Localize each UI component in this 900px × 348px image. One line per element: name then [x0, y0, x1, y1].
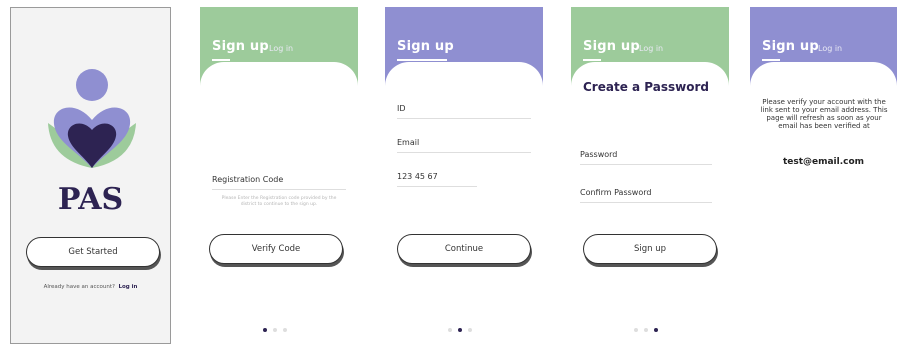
registration-code-field[interactable]: [212, 189, 346, 190]
tab-indicator: [212, 59, 230, 61]
welcome-screen: PAS Get Started Already have an account?…: [10, 7, 171, 344]
page-dot: [634, 328, 638, 332]
form-card: Create a Password Password Confirm Passw…: [571, 62, 729, 344]
verify-screen: Sign up Log in Please verify your accoun…: [750, 7, 897, 344]
page-dot: [468, 328, 472, 332]
phone-value: 123 45 67: [397, 172, 438, 181]
registration-hint: Please Enter the Registration code provi…: [221, 196, 337, 207]
page-dot: [448, 328, 452, 332]
page-indicator: [263, 328, 287, 332]
tab-login[interactable]: Log in: [269, 44, 293, 53]
get-started-button[interactable]: Get Started: [26, 237, 160, 267]
page-dot: [283, 328, 287, 332]
verify-code-button[interactable]: Verify Code: [209, 234, 343, 264]
app-logo-text: PAS: [57, 182, 124, 217]
tab-signup[interactable]: Sign up: [397, 39, 454, 54]
id-label: ID: [397, 104, 406, 113]
password-field[interactable]: [580, 164, 712, 165]
page-dot: [273, 328, 277, 332]
phone-field[interactable]: [397, 186, 477, 187]
tab-signup[interactable]: Sign up: [762, 39, 819, 54]
verify-message: Please verify your account with the link…: [760, 98, 888, 130]
email-label: Email: [397, 138, 420, 147]
password-label: Password: [580, 150, 618, 159]
login-link[interactable]: Log in: [118, 284, 137, 290]
page-dot: [644, 328, 648, 332]
tab-indicator: [397, 59, 447, 61]
form-card: ID Email 123 45 67 Continue: [385, 62, 543, 344]
already-text: Already have an account?: [43, 284, 115, 290]
password-screen: Sign up Log in Create a Password Passwor…: [571, 7, 729, 344]
details-screen: Sign up ID Email 123 45 67 Continue: [385, 7, 543, 344]
pas-logo-icon: [48, 69, 136, 168]
tab-signup[interactable]: Sign up: [583, 39, 640, 54]
registration-code-label: Registration Code: [212, 175, 284, 184]
tab-signup[interactable]: Sign up: [212, 39, 269, 54]
registration-screen: Sign up Log in Registration Code Please …: [200, 7, 358, 344]
tab-login[interactable]: Log in: [818, 44, 842, 53]
message-card: Please verify your account with the link…: [750, 62, 897, 344]
page-dot: [458, 328, 462, 332]
user-email: test@email.com: [782, 157, 865, 167]
page-indicator: [448, 328, 472, 332]
page-dot: [263, 328, 267, 332]
signup-button[interactable]: Sign up: [583, 234, 717, 264]
continue-button[interactable]: Continue: [397, 234, 531, 264]
confirm-password-field[interactable]: [580, 202, 712, 203]
email-field[interactable]: [397, 152, 531, 153]
confirm-password-label: Confirm Password: [580, 188, 652, 197]
create-password-title: Create a Password: [583, 80, 709, 94]
page-dot: [654, 328, 658, 332]
tab-login[interactable]: Log in: [639, 44, 663, 53]
form-card: Registration Code Please Enter the Regis…: [200, 62, 358, 344]
page-indicator: [634, 328, 658, 332]
login-prompt: Already have an account? Log in: [11, 284, 170, 290]
tab-indicator: [583, 59, 601, 61]
id-field[interactable]: [397, 118, 531, 119]
tab-indicator: [762, 59, 780, 61]
